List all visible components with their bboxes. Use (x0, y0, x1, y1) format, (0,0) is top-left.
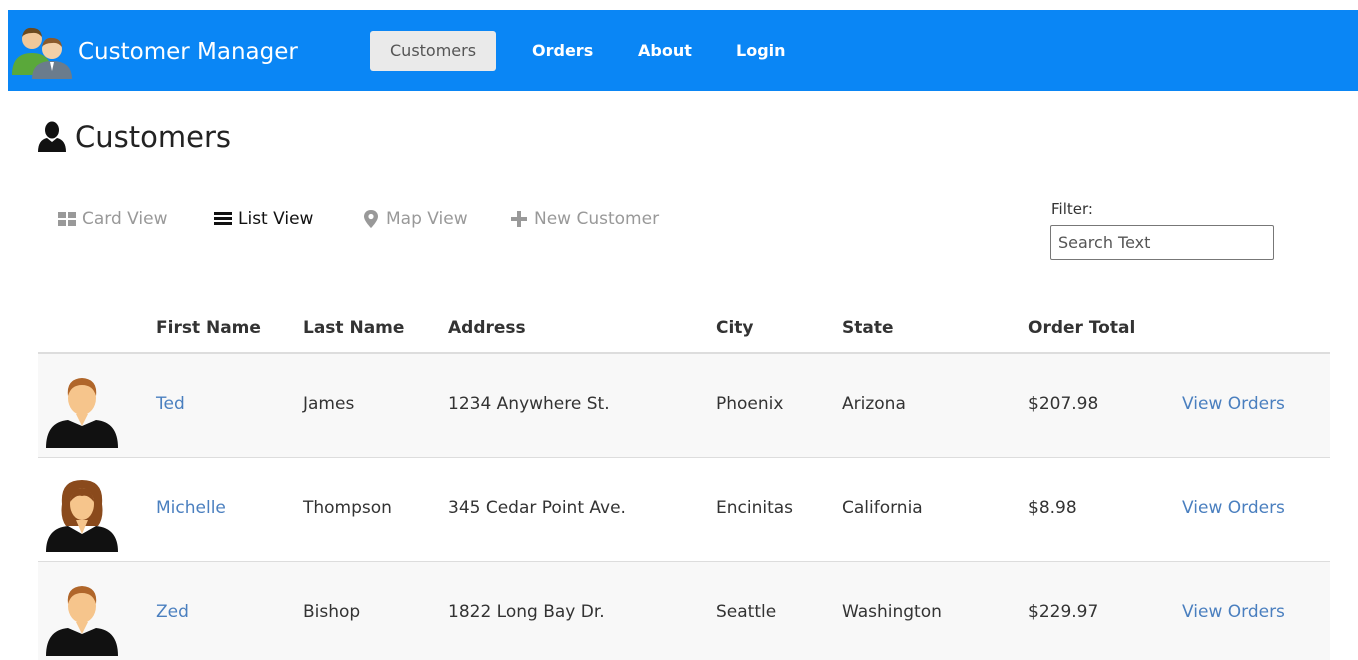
nav-orders[interactable]: Orders (532, 31, 593, 71)
table-row: Ted James 1234 Anywhere St. Phoenix Ariz… (38, 354, 1330, 458)
city-cell: Seattle (716, 602, 777, 622)
view-orders-link[interactable]: View Orders (1182, 394, 1285, 414)
customers-table: First Name Last Name Address City State … (38, 304, 1330, 660)
nav-login[interactable]: Login (736, 31, 786, 71)
new-customer-label: New Customer (534, 209, 660, 229)
page-title: Customers (37, 120, 231, 154)
brand[interactable]: Customer Manager (10, 25, 298, 79)
list-view-label: List View (238, 209, 314, 229)
people-icon (10, 25, 74, 79)
order-total-cell: $229.97 (1028, 602, 1099, 622)
column-order-total[interactable]: Order Total (1028, 318, 1135, 338)
map-marker-icon (361, 209, 381, 229)
first-name-link[interactable]: Ted (156, 394, 185, 414)
filter-label: Filter: (1051, 200, 1093, 218)
city-cell: Encinitas (716, 498, 794, 518)
column-last-name[interactable]: Last Name (303, 318, 404, 338)
new-customer-link[interactable]: New Customer (509, 207, 659, 231)
state-cell: California (842, 498, 923, 518)
card-view-link[interactable]: Card View (57, 207, 168, 231)
card-view-label: Card View (82, 209, 168, 229)
state-cell: Washington (842, 602, 942, 622)
list-view-link[interactable]: List View (213, 207, 313, 231)
table-row: Michelle Thompson 345 Cedar Point Ave. E… (38, 458, 1330, 562)
city-cell: Phoenix (716, 394, 784, 414)
nav-customers[interactable]: Customers (370, 31, 497, 71)
last-name-cell: Thompson (303, 498, 392, 518)
view-orders-link[interactable]: View Orders (1182, 498, 1285, 518)
first-name-link[interactable]: Michelle (156, 498, 226, 518)
grid-icon (57, 209, 77, 229)
app-title: Customer Manager (78, 39, 298, 65)
address-cell: 345 Cedar Point Ave. (448, 498, 626, 518)
address-cell: 1234 Anywhere St. (448, 394, 610, 414)
map-view-link[interactable]: Map View (361, 207, 468, 231)
table-row: Zed Bishop 1822 Long Bay Dr. Seattle Was… (38, 562, 1330, 660)
nav-about[interactable]: About (638, 31, 692, 71)
column-first-name[interactable]: First Name (156, 318, 261, 338)
first-name-link[interactable]: Zed (156, 602, 189, 622)
plus-icon (509, 209, 529, 229)
order-total-cell: $207.98 (1028, 394, 1099, 414)
navbar: Customer Manager Customers Orders About … (8, 10, 1358, 91)
order-total-cell: $8.98 (1028, 498, 1077, 518)
male-avatar-icon (46, 370, 118, 448)
column-city[interactable]: City (716, 318, 754, 338)
table-header: First Name Last Name Address City State … (38, 304, 1330, 354)
map-view-label: Map View (386, 209, 468, 229)
last-name-cell: James (303, 394, 355, 414)
column-state[interactable]: State (842, 318, 894, 338)
user-icon (37, 121, 67, 153)
search-input[interactable] (1050, 225, 1274, 260)
list-icon (213, 209, 233, 229)
female-avatar-icon (46, 474, 118, 552)
view-orders-link[interactable]: View Orders (1182, 602, 1285, 622)
address-cell: 1822 Long Bay Dr. (448, 602, 605, 622)
male-avatar-icon (46, 578, 118, 656)
column-address[interactable]: Address (448, 318, 526, 338)
state-cell: Arizona (842, 394, 906, 414)
last-name-cell: Bishop (303, 602, 361, 622)
